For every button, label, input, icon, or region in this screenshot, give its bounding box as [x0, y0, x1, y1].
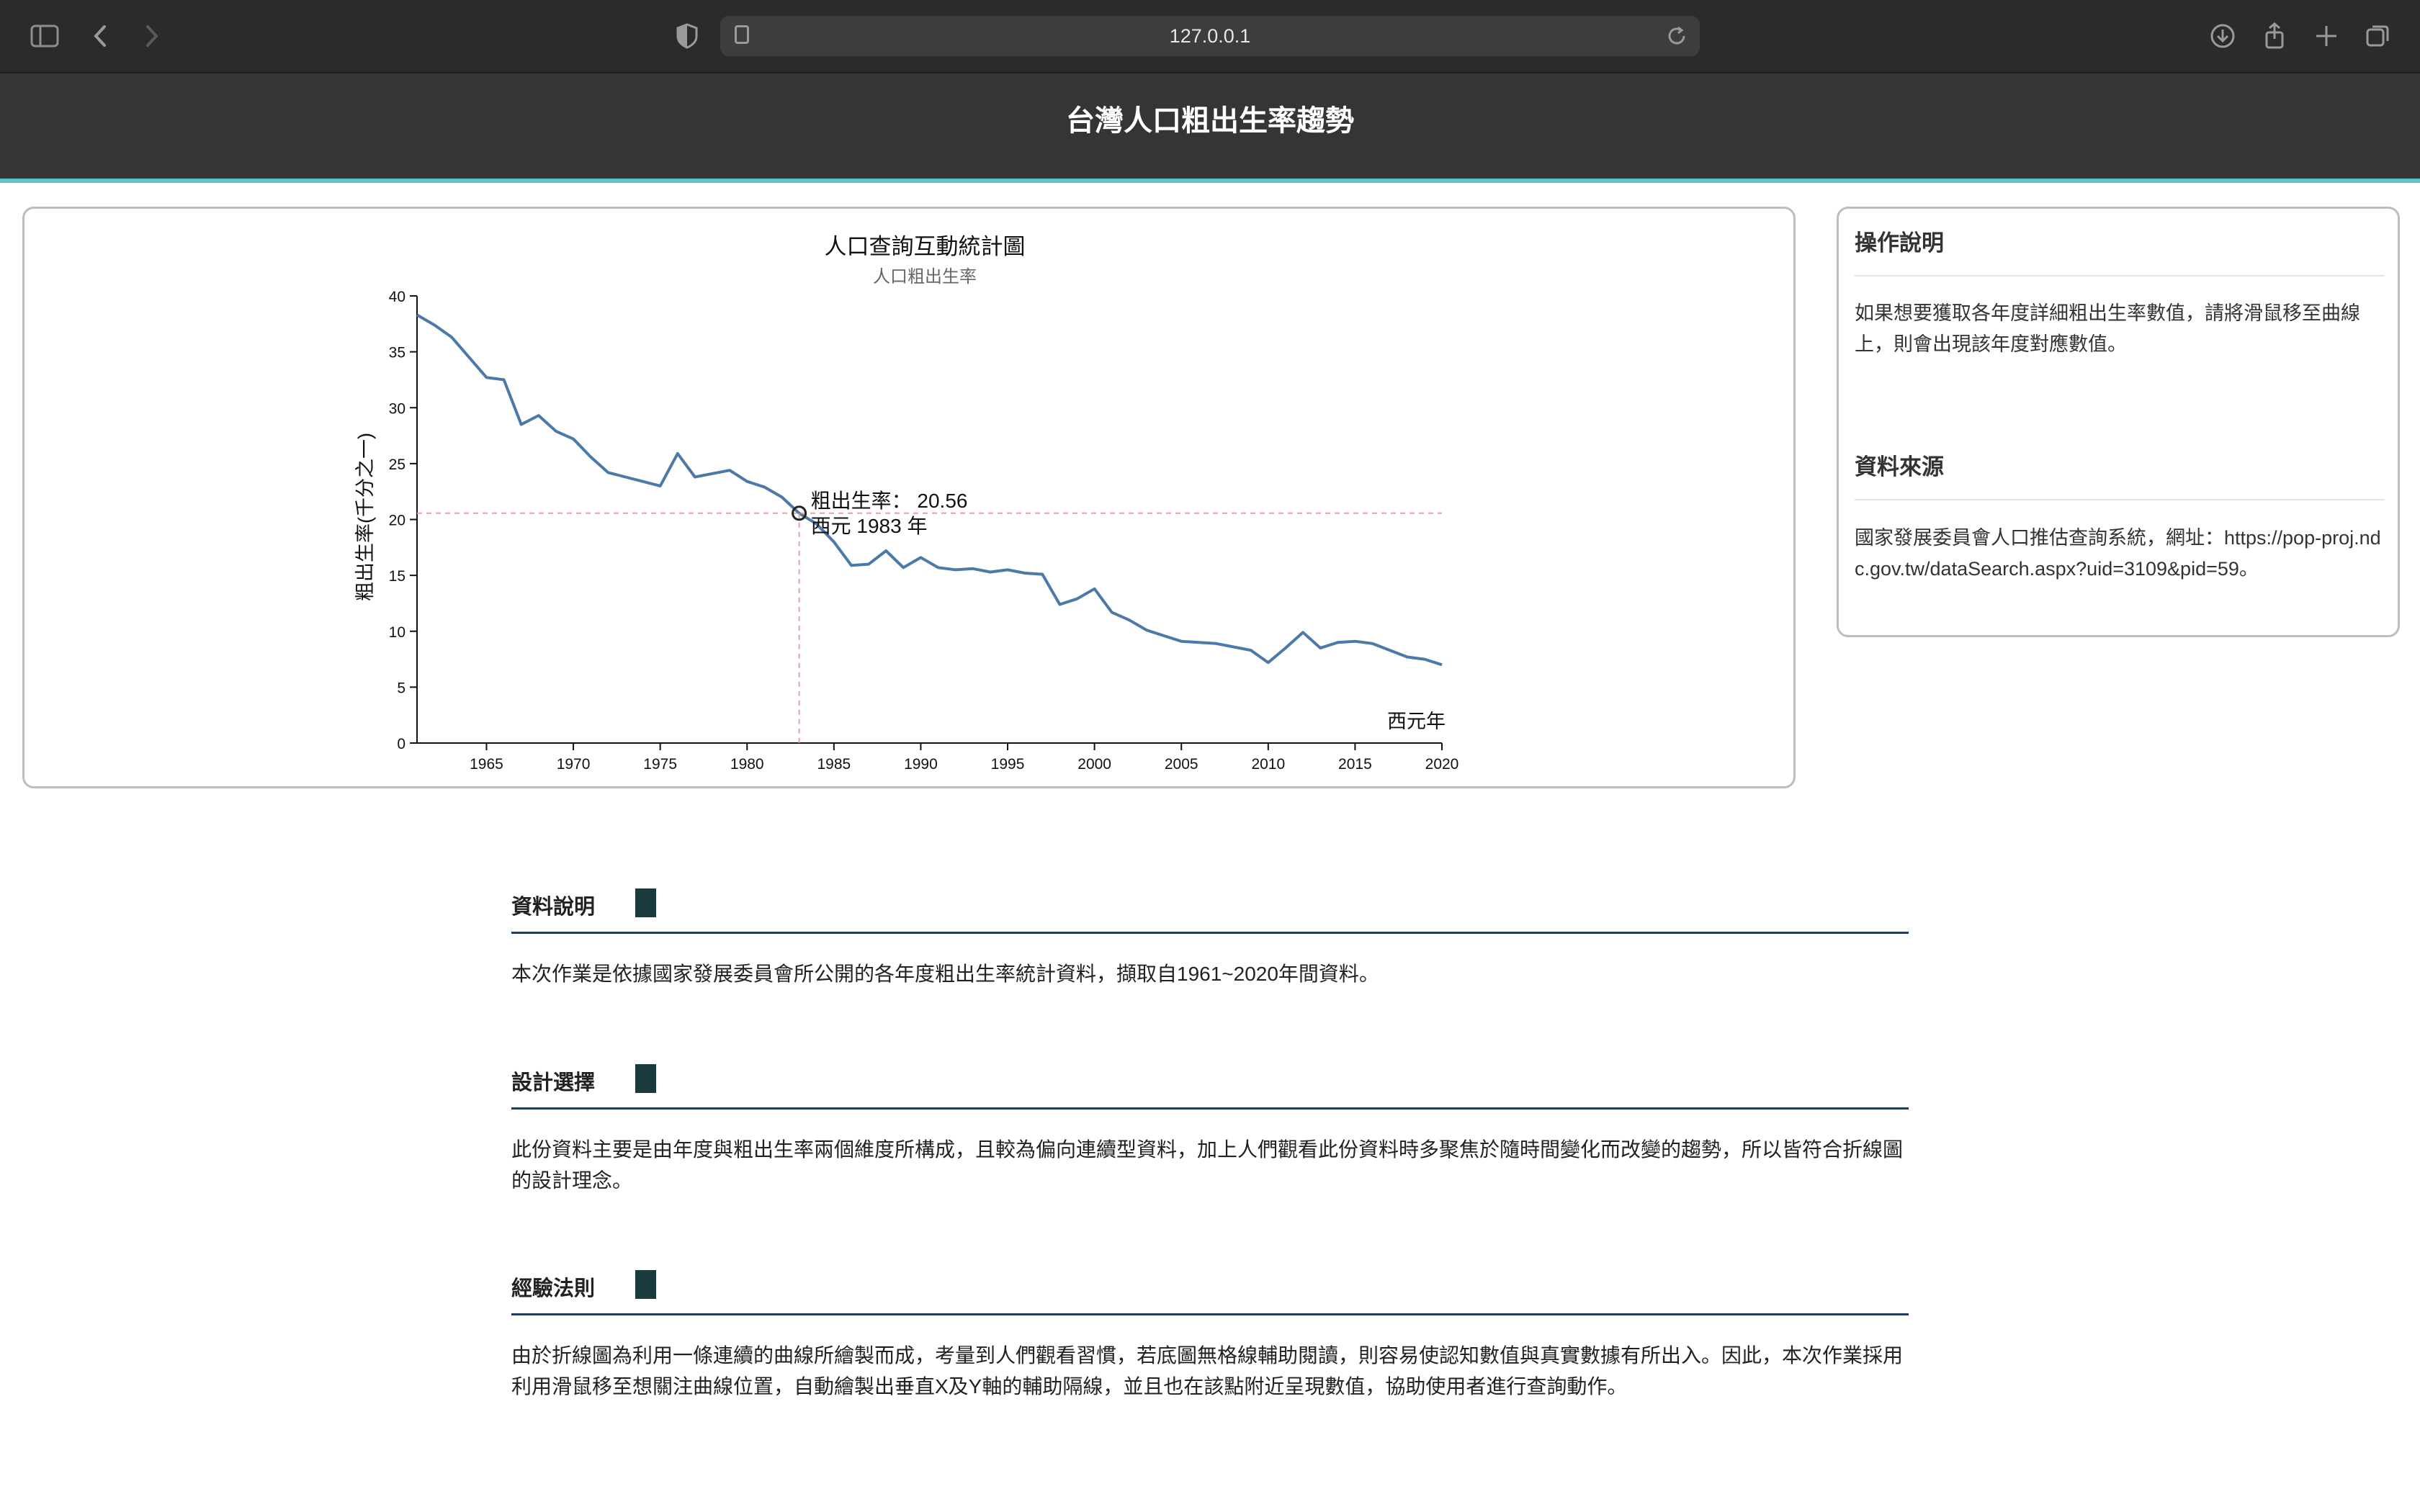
section-data-description: 資料說明 本次作業是依據國家發展委員會所公開的各年度粗出生率統計資料，擷取自19… [511, 874, 1909, 989]
x-tick-label: 1990 [904, 756, 938, 773]
chart-panel: 人口查詢互動統計圖 人口粗出生率 粗出生率(千分之一) 西元年 0 5 10 15 20… [22, 207, 1796, 788]
x-tick-label: 2005 [1165, 756, 1198, 773]
x-tick-label: 2000 [1077, 756, 1111, 773]
page-title: 台灣人口粗出生率趨勢 [1066, 105, 1354, 137]
x-tick-label: 1985 [817, 756, 851, 773]
info-side-panel: 操作說明 如果想要獲取各年度詳細粗出生率數值，請將滑鼠移至曲線上，則會出現該年度… [1837, 207, 2400, 637]
y-tick-label: 25 [389, 456, 405, 473]
y-tick-label: 0 [397, 736, 405, 752]
chart-subtitle: 人口粗出生率 [873, 267, 977, 287]
x-tick-label: 2015 [1338, 756, 1372, 773]
share-icon[interactable] [2259, 20, 2290, 52]
section-header: 設計選擇 [511, 1050, 1909, 1110]
section-marker [635, 888, 656, 917]
privacy-shield-icon[interactable] [671, 20, 703, 52]
section-title: 設計選擇 [511, 1071, 596, 1094]
guide-text: 如果想要獲取各年度詳細粗出生率數值，請將滑鼠移至曲線上，則會出現該年度對應數值。 [1855, 302, 2360, 355]
y-tick-label: 20 [389, 513, 405, 529]
browser-toolbar: 127.0.0.1 [0, 0, 2420, 73]
guide-title: 操作說明 [1855, 230, 1944, 256]
source-text: 國家發展委員會人口推估查詢系統，網址：https://pop-proj.ndc.… [1855, 527, 2381, 580]
y-tick-label: 40 [389, 289, 405, 305]
sidebar-toggle-icon[interactable] [29, 20, 60, 52]
y-tick-label: 30 [389, 400, 405, 417]
url-text[interactable]: 127.0.0.1 [720, 16, 1700, 56]
hover-tooltip: 粗出生率： 20.56 西元 1983 年 [417, 490, 1442, 743]
section-header: 資料說明 [511, 874, 1909, 934]
section-marker [635, 1064, 656, 1093]
section-title: 資料說明 [511, 896, 596, 919]
back-icon[interactable] [85, 20, 117, 52]
download-icon[interactable] [2207, 20, 2238, 52]
address-bar[interactable]: 127.0.0.1 [720, 16, 1700, 56]
x-tick-label: 2020 [1425, 756, 1459, 773]
source-divider [1855, 499, 2385, 500]
x-tick-label: 1975 [643, 756, 677, 773]
x-tick-label: 1965 [470, 756, 503, 773]
new-tab-icon[interactable] [2311, 20, 2342, 52]
birth-rate-line-chart[interactable]: 人口查詢互動統計圖 人口粗出生率 粗出生率(千分之一) 西元年 0 5 10 15 20… [24, 209, 1793, 786]
y-tick-label: 5 [397, 680, 405, 696]
tab-overview-icon[interactable] [2362, 20, 2394, 52]
y-axis-label: 粗出生率(千分之一) [354, 433, 376, 601]
x-axis-label: 西元年 [1387, 711, 1446, 732]
x-tick-label: 1980 [730, 756, 764, 773]
section-header: 經驗法則 [511, 1256, 1909, 1315]
y-tick-label: 15 [389, 568, 405, 585]
source-title: 資料來源 [1855, 454, 1944, 480]
guide-divider [1855, 275, 2385, 276]
section-body: 由於折線圖為利用一條連續的曲線所繪製而成，考量到人們觀看習慣，若底圖無格線輔助閱… [511, 1344, 1904, 1398]
chart-title: 人口查詢互動統計圖 [825, 234, 1026, 259]
x-tick-label: 1995 [991, 756, 1025, 773]
section-body: 此份資料主要是由年度與粗出生率兩個維度所構成，且較為偏向連續型資料，加上人們觀看… [511, 1138, 1904, 1192]
y-tick-label: 10 [389, 624, 405, 641]
x-tick-label: 2010 [1251, 756, 1285, 773]
section-title: 經驗法則 [511, 1277, 596, 1300]
tooltip-rate: 粗出生率： 20.56 [811, 490, 968, 512]
x-tick-label: 1970 [557, 756, 591, 773]
section-rule-of-thumb: 經驗法則 由於折線圖為利用一條連續的曲線所繪製而成，考量到人們觀看習慣，若底圖無… [511, 1256, 1909, 1402]
section-body: 本次作業是依據國家發展委員會所公開的各年度粗出生率統計資料，擷取自1961~20… [511, 963, 1379, 985]
page-header: 台灣人口粗出生率趨勢 [0, 73, 2420, 183]
forward-icon[interactable] [135, 20, 167, 52]
tooltip-year: 西元 1983 年 [811, 515, 928, 537]
section-marker [635, 1270, 656, 1299]
y-tick-label: 35 [389, 345, 405, 361]
section-design-choice: 設計選擇 此份資料主要是由年度與粗出生率兩個維度所構成，且較為偏向連續型資料，加… [511, 1050, 1909, 1196]
reload-icon[interactable] [1665, 20, 1690, 60]
